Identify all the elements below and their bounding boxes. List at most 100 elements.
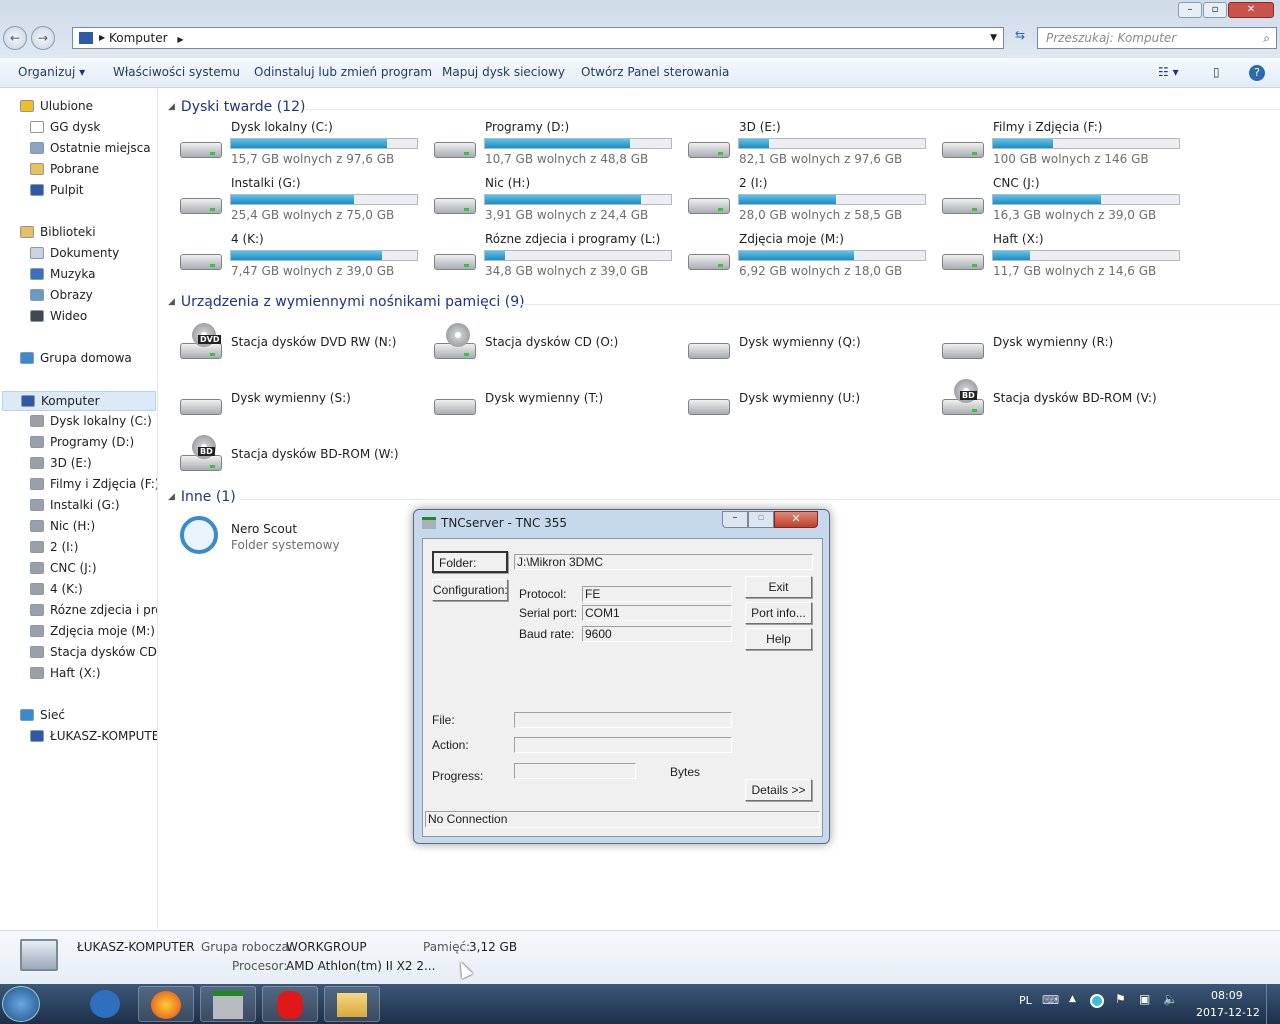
drive-tile[interactable]: 4 (K:) 7,47 GB wolnych z 39,0 GB (178, 232, 432, 286)
sidebar-item[interactable]: Muzyka (30, 267, 95, 281)
removable-tile[interactable]: BD Stacja dysków BD-ROM (V:) (940, 377, 1194, 431)
sidebar-item[interactable]: Zdjęcia moje (M:) (30, 624, 155, 638)
search-input[interactable]: Przeszukaj: Komputer ⌕ (1037, 27, 1277, 49)
sidebar-item[interactable]: Dokumenty (30, 246, 119, 260)
address-bar[interactable]: ▶ Komputer ▶ ▼ (72, 27, 1004, 49)
dialog-close-button[interactable]: ✕ (774, 511, 818, 528)
taskbar-explorer[interactable] (324, 986, 380, 1022)
configuration-button[interactable]: Configuration: (432, 579, 508, 601)
sidebar-item[interactable]: Ostatnie miejsca (30, 141, 151, 155)
sidebar-item[interactable]: Komputer (2, 391, 156, 411)
removable-tile[interactable]: Dysk wymienny (R:) (940, 321, 1194, 375)
drive-tile[interactable]: CNC (J:) 16,3 GB wolnych z 39,0 GB (940, 176, 1194, 230)
system-properties-button[interactable]: Właściwości systemu (113, 65, 240, 79)
sidebar-item[interactable]: Haft (X:) (30, 666, 101, 680)
sidebar-item[interactable]: Stacja dysków CD (C (30, 645, 157, 659)
sidebar-item[interactable]: Filmy i Zdjęcia (F:) (30, 477, 157, 491)
network-icon[interactable]: ▣ (1139, 992, 1150, 1006)
show-desktop-button[interactable] (1266, 984, 1280, 1024)
sidebar-item[interactable]: Dysk lokalny (C:) (30, 414, 152, 428)
removable-tile[interactable]: Dysk wymienny (S:) (178, 377, 432, 431)
address-dropdown-icon[interactable]: ▼ (990, 28, 997, 48)
dialog-minimize-button[interactable]: – (722, 511, 748, 528)
removable-tile[interactable]: Dysk wymienny (U:) (686, 377, 940, 431)
drive-tile[interactable]: Instalki (G:) 25,4 GB wolnych z 75,0 GB (178, 176, 432, 230)
drive-tile[interactable]: Haft (X:) 11,7 GB wolnych z 14,6 GB (940, 232, 1194, 286)
preview-pane-icon[interactable]: ▯ (1213, 65, 1220, 79)
language-indicator[interactable]: PL (1019, 994, 1032, 1007)
sidebar-item[interactable]: Pobrane (30, 162, 99, 176)
drive-tile[interactable]: 2 (I:) 28,0 GB wolnych z 58,5 GB (686, 176, 940, 230)
back-button[interactable]: ← (3, 26, 27, 50)
keyboard-icon[interactable]: ⌨ (1042, 993, 1059, 1007)
drive-tile[interactable]: 3D (E:) 82,1 GB wolnych z 97,6 GB (686, 120, 940, 174)
forward-button[interactable]: → (31, 26, 55, 50)
help-button[interactable]: Help (745, 628, 812, 650)
group-header-removable[interactable]: ◢ Urządzenia z wymiennymi nośnikami pamię… (168, 294, 525, 310)
clock-date[interactable]: 2017-12-12 (1196, 1006, 1260, 1019)
collapse-arrow-icon[interactable]: ◢ (168, 102, 175, 112)
minimize-button[interactable]: – (1178, 2, 1202, 18)
sidebar-item[interactable]: Grupa domowa (20, 351, 132, 365)
drive-tile[interactable]: Rózne zdjecia i programy (L:) 34,8 GB wol… (432, 232, 686, 286)
drive-icon (30, 541, 44, 553)
drive-tile[interactable]: Filmy i Zdjęcia (F:) 100 GB wolnych z 146… (940, 120, 1194, 174)
breadcrumb-komputer[interactable]: Komputer (109, 31, 168, 45)
taskbar-app-red[interactable] (262, 986, 318, 1022)
sidebar-item[interactable]: Wideo (30, 309, 87, 323)
clock-time[interactable]: 08:09 (1211, 989, 1243, 1002)
sidebar-item[interactable]: ŁUKASZ-KOMPUTER (30, 729, 157, 743)
uninstall-program-button[interactable]: Odinstaluj lub zmień program (254, 65, 432, 79)
removable-tile[interactable]: BD Stacja dysków BD-ROM (W:) (178, 433, 432, 487)
dialog-maximize-button[interactable]: ▫ (748, 511, 774, 528)
details-button[interactable]: Details >> (745, 779, 812, 801)
nero-scout-tile[interactable]: Nero Scout Folder systemowy (178, 514, 432, 568)
removable-tile[interactable]: Dysk wymienny (Q:) (686, 321, 940, 375)
close-button[interactable]: ✕ (1228, 2, 1274, 18)
sidebar-item[interactable]: Biblioteki (20, 225, 96, 239)
port-info-button[interactable]: Port info... (745, 602, 812, 624)
sidebar-item[interactable]: GG dysk (30, 120, 100, 134)
organize-button[interactable]: Organizuj ▾ (18, 65, 85, 79)
group-header-other[interactable]: ◢ Inne (1) (168, 489, 236, 505)
sidebar-item[interactable]: CNC (J:) (30, 561, 97, 575)
map-network-drive-button[interactable]: Mapuj dysk sieciowy (442, 65, 565, 79)
view-options-icon[interactable]: ☷ ▾ (1158, 65, 1179, 79)
drive-tile[interactable]: Zdjęcia moje (M:) 6,92 GB wolnych z 18,0 … (686, 232, 940, 286)
sidebar-item[interactable]: 4 (K:) (30, 582, 83, 596)
action-center-flag-icon[interactable]: ⚑ (1115, 992, 1126, 1006)
drive-tile[interactable]: Dysk lokalny (C:) 15,7 GB wolnych z 97,6 … (178, 120, 432, 174)
help-icon[interactable]: ? (1249, 65, 1265, 81)
sidebar-item[interactable]: Obrazy (30, 288, 93, 302)
tray-app-icon[interactable] (1090, 994, 1104, 1008)
taskbar-tncserver[interactable] (200, 986, 256, 1022)
volume-icon[interactable]: 🔈 (1163, 992, 1178, 1006)
drive-tile[interactable]: Programy (D:) 10,7 GB wolnych z 48,8 GB (432, 120, 686, 174)
collapse-arrow-icon[interactable]: ◢ (168, 492, 175, 502)
sidebar-item[interactable]: 3D (E:) (30, 456, 92, 470)
folder-button[interactable]: Folder: (432, 551, 508, 573)
sidebar-item[interactable]: Instalki (G:) (30, 498, 120, 512)
drive-tile[interactable]: Nic (H:) 3,91 GB wolnych z 24,4 GB (432, 176, 686, 230)
group-header-hard_drives[interactable]: ◢ Dyski twarde (12) (168, 99, 305, 115)
taskbar-thunderbird[interactable] (78, 986, 134, 1022)
sidebar-item[interactable]: Rózne zdjecia i prog (30, 603, 157, 617)
removable-tile[interactable]: DVD Stacja dysków DVD RW (N:) (178, 321, 432, 375)
removable-tile[interactable]: Dysk wymienny (T:) (432, 377, 686, 431)
sidebar-item[interactable]: Pulpit (30, 183, 84, 197)
refresh-button[interactable]: ⇆ (1008, 28, 1032, 48)
sidebar-item[interactable]: Sieć (20, 708, 65, 722)
exit-button[interactable]: Exit (745, 576, 812, 598)
open-control-panel-button[interactable]: Otwórz Panel sterowania (581, 65, 729, 79)
start-button[interactable] (2, 986, 40, 1022)
collapse-arrow-icon[interactable]: ◢ (168, 297, 175, 307)
taskbar-firefox[interactable] (138, 986, 194, 1022)
sidebar-item[interactable]: Ulubione (20, 99, 93, 113)
show-hidden-icons-icon[interactable]: ▲ (1069, 994, 1076, 1004)
sidebar-item-label: CNC (J:) (50, 561, 97, 575)
maximize-button[interactable]: ▫ (1203, 2, 1227, 18)
sidebar-item[interactable]: 2 (I:) (30, 540, 78, 554)
removable-tile[interactable]: Stacja dysków CD (O:) (432, 321, 686, 375)
sidebar-item[interactable]: Programy (D:) (30, 435, 134, 449)
sidebar-item[interactable]: Nic (H:) (30, 519, 95, 533)
